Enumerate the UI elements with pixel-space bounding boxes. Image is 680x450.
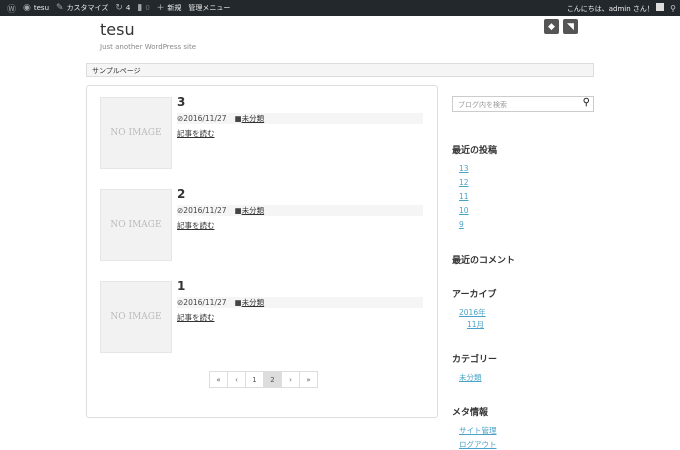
- meta-logout-link[interactable]: ログアウト: [459, 439, 497, 450]
- site-tagline: Just another WordPress site: [100, 43, 197, 51]
- meta-heading: メタ情報: [452, 408, 489, 418]
- post-date: 2016/11/27: [183, 206, 227, 215]
- archives-heading: アーカイブ: [452, 290, 497, 300]
- site-title[interactable]: tesu: [100, 20, 135, 39]
- account-greeting[interactable]: こんにちは、admin さん！: [566, 2, 665, 14]
- archive-month-link[interactable]: 11月: [467, 319, 484, 330]
- page-1-button[interactable]: 1: [245, 371, 264, 388]
- recent-post-link[interactable]: 10: [459, 206, 469, 215]
- recent-comments-heading: 最近のコメント: [452, 256, 516, 266]
- admin-site-link[interactable]: ◉ tesu: [23, 3, 49, 13]
- post-category[interactable]: 未分類: [242, 114, 265, 123]
- pagination: « ‹ 1 2 › »: [209, 371, 318, 388]
- global-nav: サンプルページ: [86, 63, 594, 77]
- recent-post-link[interactable]: 12: [459, 178, 469, 187]
- social-links: ◆ ◥: [544, 19, 578, 34]
- admin-menu-link[interactable]: 管理メニュー: [188, 3, 230, 13]
- search-icon[interactable]: ⚲: [670, 4, 676, 13]
- post-thumbnail[interactable]: NO IMAGE: [100, 281, 172, 353]
- sidebar-search-input[interactable]: ブログ内を検索 ⚲: [452, 96, 594, 112]
- post-thumbnail[interactable]: NO IMAGE: [100, 97, 172, 169]
- post-item: NO IMAGE 1 ⊘2016/11/27 ■未分類 記事を読む: [100, 279, 423, 353]
- customize-label: カスタマイズ: [66, 4, 109, 12]
- new-label: 新規: [167, 4, 182, 12]
- post-date: 2016/11/27: [183, 114, 227, 123]
- greeting-text: こんにちは、admin さん！: [566, 4, 654, 13]
- last-page-button[interactable]: »: [299, 371, 318, 388]
- dashboard-icon: ◉: [23, 3, 31, 13]
- folder-icon: ■: [234, 298, 242, 307]
- folder-icon: ■: [234, 114, 242, 123]
- update-icon: ↻: [115, 3, 123, 13]
- post-list: NO IMAGE 3 ⊘2016/11/27 ■未分類 記事を読む NO IMAG…: [86, 85, 438, 418]
- read-more-link[interactable]: 記事を読む: [177, 220, 215, 231]
- post-item: NO IMAGE 2 ⊘2016/11/27 ■未分類 記事を読む: [100, 187, 423, 261]
- wordpress-logo-icon[interactable]: Ⓦ: [7, 2, 16, 15]
- post-category[interactable]: 未分類: [242, 298, 265, 307]
- post-category[interactable]: 未分類: [242, 206, 265, 215]
- search-icon[interactable]: ⚲: [583, 97, 590, 108]
- post-date: 2016/11/27: [183, 298, 227, 307]
- admin-bar: Ⓦ ◉ tesu ✎ カスタマイズ ↻ 4 ▮ 0 + 新規 管理メニュー こんにちは、a…: [0, 0, 680, 16]
- first-page-button[interactable]: «: [209, 371, 228, 388]
- categories-heading: カテゴリー: [452, 355, 498, 365]
- rss-icon[interactable]: ◥: [563, 19, 578, 34]
- post-title[interactable]: 2: [177, 187, 185, 201]
- site-name: tesu: [33, 4, 50, 12]
- recent-post-link[interactable]: 9: [459, 220, 464, 229]
- read-more-link[interactable]: 記事を読む: [177, 128, 215, 139]
- category-link[interactable]: 未分類: [459, 372, 482, 383]
- updates-count: 4: [125, 4, 131, 12]
- comments-count: 0: [145, 4, 150, 12]
- read-more-link[interactable]: 記事を読む: [177, 312, 215, 323]
- post-meta: ⊘2016/11/27 ■未分類: [177, 205, 423, 216]
- comment-icon: ▮: [137, 3, 143, 13]
- recent-posts-heading: 最近の投稿: [452, 146, 498, 156]
- admin-menu-label: 管理メニュー: [188, 4, 231, 12]
- prev-page-button[interactable]: ‹: [227, 371, 246, 388]
- search-placeholder: ブログ内を検索: [458, 101, 507, 109]
- post-title[interactable]: 3: [177, 95, 185, 109]
- post-item: NO IMAGE 3 ⊘2016/11/27 ■未分類 記事を読む: [100, 95, 423, 169]
- plus-icon: +: [156, 3, 165, 13]
- archive-year-link[interactable]: 2016年: [459, 307, 486, 318]
- recent-post-link[interactable]: 13: [459, 164, 469, 173]
- next-page-button[interactable]: ›: [281, 371, 300, 388]
- feedly-icon[interactable]: ◆: [544, 19, 559, 34]
- customize-link[interactable]: ✎ カスタマイズ: [56, 3, 108, 13]
- post-meta: ⊘2016/11/27 ■未分類: [177, 297, 423, 308]
- post-thumbnail[interactable]: NO IMAGE: [100, 189, 172, 261]
- meta-admin-link[interactable]: サイト管理: [459, 425, 497, 436]
- page-2-button[interactable]: 2: [263, 371, 282, 388]
- avatar: [656, 2, 665, 11]
- updates-link[interactable]: ↻ 4: [115, 3, 130, 13]
- folder-icon: ■: [234, 206, 242, 215]
- recent-post-link[interactable]: 11: [459, 192, 469, 201]
- new-link[interactable]: + 新規: [157, 3, 182, 13]
- post-title[interactable]: 1: [177, 279, 185, 293]
- post-meta: ⊘2016/11/27 ■未分類: [177, 113, 423, 124]
- comments-link[interactable]: ▮ 0: [137, 3, 149, 13]
- nav-item-sample-page[interactable]: サンプルページ: [92, 67, 141, 75]
- brush-icon: ✎: [56, 3, 64, 13]
